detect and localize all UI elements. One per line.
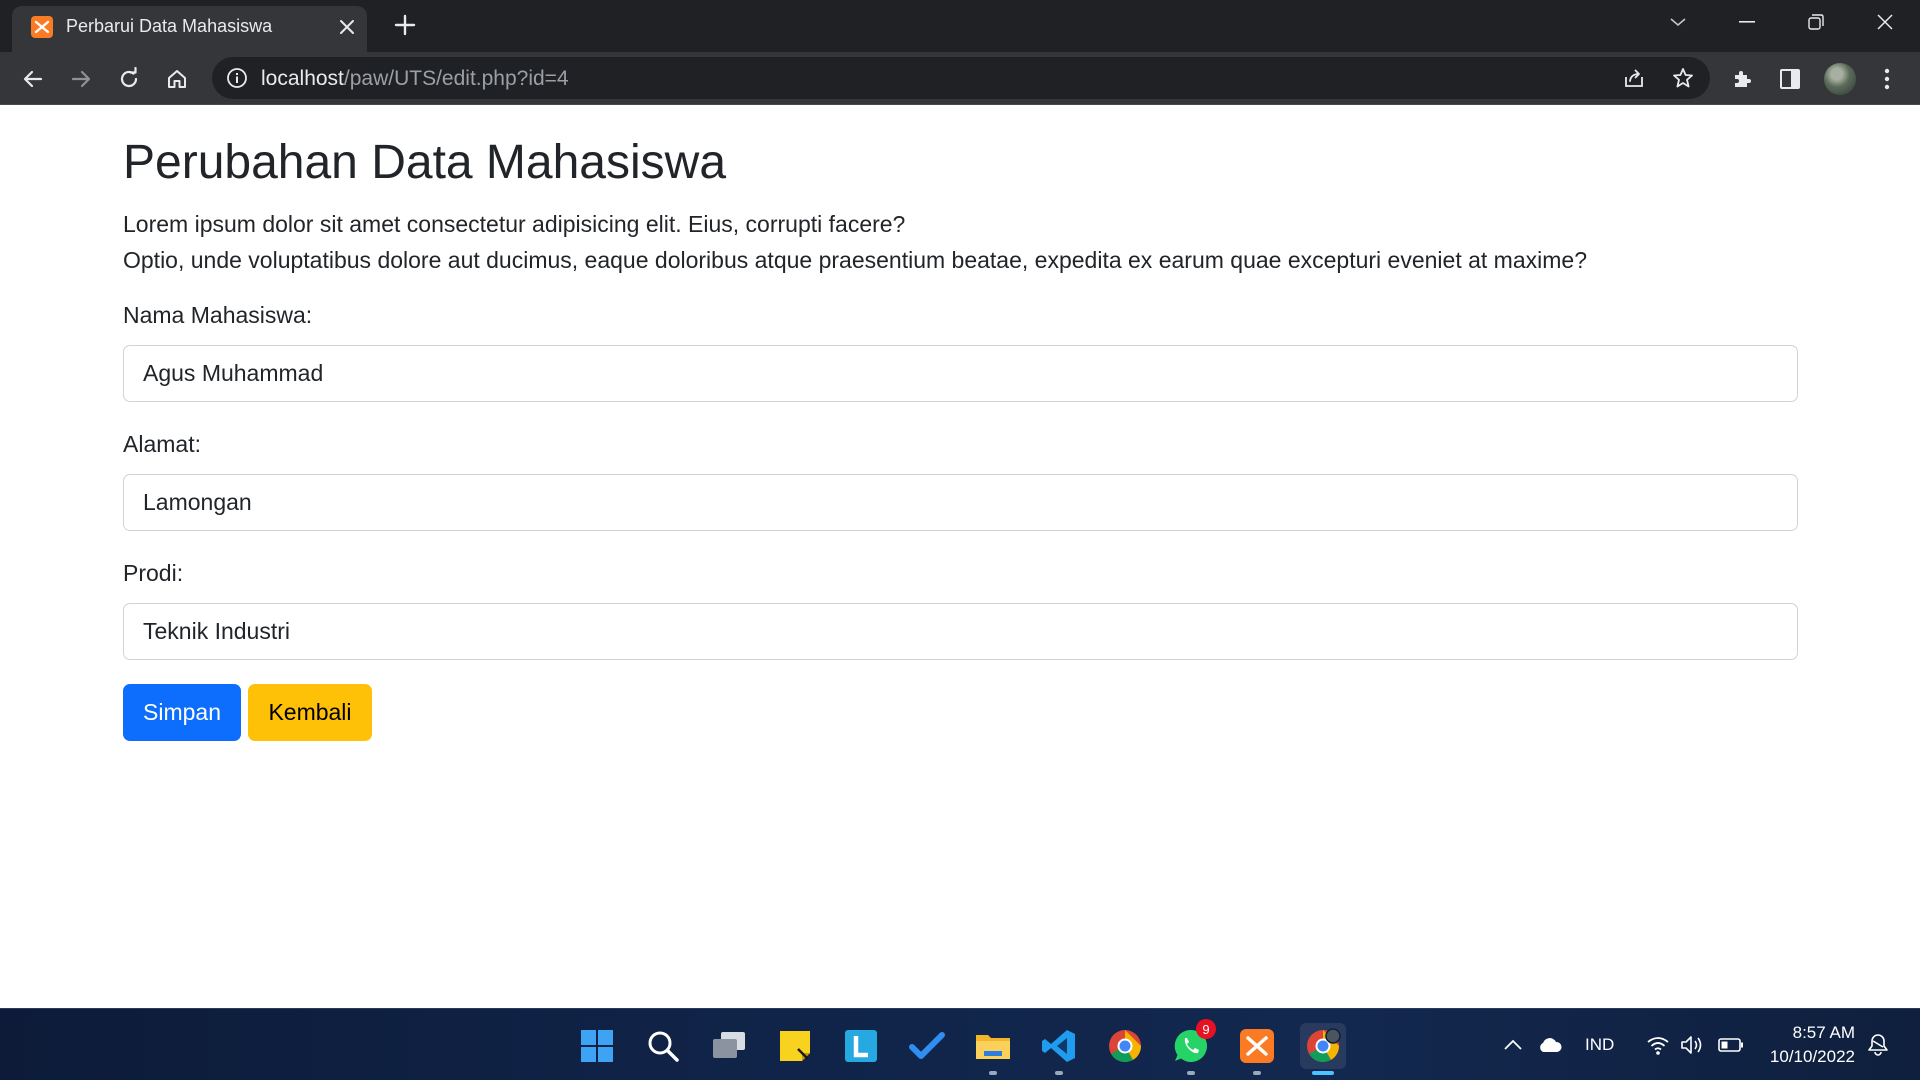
browser-tabstrip: Perbarui Data Mahasiswa <box>0 0 1920 52</box>
xampp-icon <box>1240 1029 1274 1063</box>
language-text: IND <box>1585 1035 1615 1054</box>
file-explorer-icon <box>976 1035 1010 1059</box>
nama-input[interactable] <box>123 345 1798 402</box>
nama-label: Nama Mahasiswa: <box>123 302 313 328</box>
chevron-up-icon <box>1504 1039 1522 1050</box>
browser-tab[interactable]: Perbarui Data Mahasiswa <box>12 6 367 52</box>
page-description: Lorem ipsum dolor sit amet consectetur a… <box>123 206 1798 278</box>
site-info-icon[interactable] <box>225 66 249 90</box>
menu-kebab-icon[interactable] <box>1873 65 1901 93</box>
windows-taskbar: 9 IND 8:57 AM 10/10/2022 <box>0 1008 1920 1080</box>
task-view-icon <box>713 1032 745 1058</box>
forward-icon[interactable] <box>67 65 95 93</box>
page-title: Perubahan Data Mahasiswa <box>123 136 727 189</box>
new-tab-icon[interactable] <box>392 12 418 38</box>
battery-tray[interactable] <box>1718 1009 1744 1080</box>
running-indicator <box>989 1071 997 1075</box>
clock[interactable]: 8:57 AM 10/10/2022 <box>1755 1021 1855 1069</box>
onedrive-tray[interactable] <box>1537 1009 1563 1080</box>
clock-time: 8:57 AM <box>1792 1023 1855 1042</box>
running-indicator <box>1187 1071 1195 1075</box>
taskbar-chrome-profile[interactable] <box>1300 1023 1346 1075</box>
address-bar[interactable]: localhost/paw/UTS/edit.php?id=4 <box>212 57 1710 99</box>
profile-avatar[interactable] <box>1824 63 1856 95</box>
tab-search-chevron-icon[interactable] <box>1644 0 1712 44</box>
taskbar-file-explorer[interactable] <box>970 1023 1016 1075</box>
taskbar-todo[interactable] <box>904 1023 950 1069</box>
vscode-icon <box>1042 1030 1075 1062</box>
bookmark-star-icon[interactable] <box>1671 66 1695 90</box>
running-indicator <box>1055 1071 1063 1075</box>
clock-date: 10/10/2022 <box>1769 1047 1855 1066</box>
prodi-label: Prodi: <box>123 560 184 586</box>
restore-icon[interactable] <box>1782 0 1850 44</box>
url-path: /paw/UTS/edit.php?id=4 <box>343 67 569 90</box>
sticky-notes-icon <box>780 1031 810 1061</box>
simpan-button[interactable]: Simpan <box>123 684 241 741</box>
launcher-l-icon <box>845 1030 877 1062</box>
home-icon[interactable] <box>163 65 191 93</box>
xampp-favicon-icon <box>31 16 53 38</box>
notification-badge: 9 <box>1196 1019 1216 1039</box>
taskbar-sticky-notes[interactable] <box>772 1023 818 1069</box>
language-indicator[interactable]: IND <box>1585 1009 1614 1080</box>
close-window-icon[interactable] <box>1851 0 1919 44</box>
battery-icon <box>1718 1038 1743 1052</box>
active-indicator <box>1312 1071 1334 1075</box>
alamat-label: Alamat: <box>123 431 201 457</box>
wifi-icon <box>1647 1037 1669 1055</box>
minimize-icon[interactable] <box>1713 0 1781 44</box>
onedrive-cloud-icon <box>1540 1038 1562 1052</box>
show-hidden-icons[interactable] <box>1503 1009 1523 1080</box>
reload-icon[interactable] <box>115 65 143 93</box>
tab-title: Perbarui Data Mahasiswa <box>66 16 273 36</box>
alamat-input[interactable] <box>123 474 1798 531</box>
start-button[interactable] <box>574 1023 620 1069</box>
chrome-icon <box>1109 1030 1141 1063</box>
url-text[interactable]: localhost/paw/UTS/edit.php?id=4 <box>261 67 569 91</box>
share-icon[interactable] <box>1622 66 1646 90</box>
kembali-button[interactable]: Kembali <box>248 684 372 741</box>
taskbar-launcher-l[interactable] <box>838 1023 884 1069</box>
todo-icon <box>909 1032 945 1059</box>
description-line-2: Optio, unde voluptatibus dolore aut duci… <box>123 247 1587 273</box>
url-host: localhost <box>261 67 344 90</box>
taskbar-xampp[interactable] <box>1234 1023 1280 1075</box>
volume-tray[interactable] <box>1680 1009 1704 1080</box>
notification-bell-icon <box>1868 1034 1888 1056</box>
network-tray[interactable] <box>1646 1009 1670 1080</box>
back-icon[interactable] <box>19 65 47 93</box>
browser-toolbar: localhost/paw/UTS/edit.php?id=4 <box>0 52 1920 105</box>
taskbar-vscode[interactable] <box>1036 1023 1082 1075</box>
taskbar-search[interactable] <box>640 1023 686 1069</box>
side-panel-icon[interactable] <box>1776 65 1804 93</box>
prodi-input[interactable] <box>123 603 1798 660</box>
windows-start-icon <box>581 1030 613 1062</box>
task-view[interactable] <box>706 1023 752 1069</box>
search-icon <box>648 1031 679 1062</box>
notification-center[interactable] <box>1867 1009 1889 1080</box>
tab-close-icon[interactable] <box>336 16 358 38</box>
extensions-icon[interactable] <box>1728 65 1756 93</box>
chrome-profile-icon <box>1307 1028 1341 1063</box>
speaker-icon <box>1681 1036 1702 1054</box>
description-line-1: Lorem ipsum dolor sit amet consectetur a… <box>123 211 906 237</box>
taskbar-chrome[interactable] <box>1102 1023 1148 1069</box>
running-indicator <box>1253 1071 1261 1075</box>
taskbar-whatsapp[interactable]: 9 <box>1168 1019 1216 1075</box>
